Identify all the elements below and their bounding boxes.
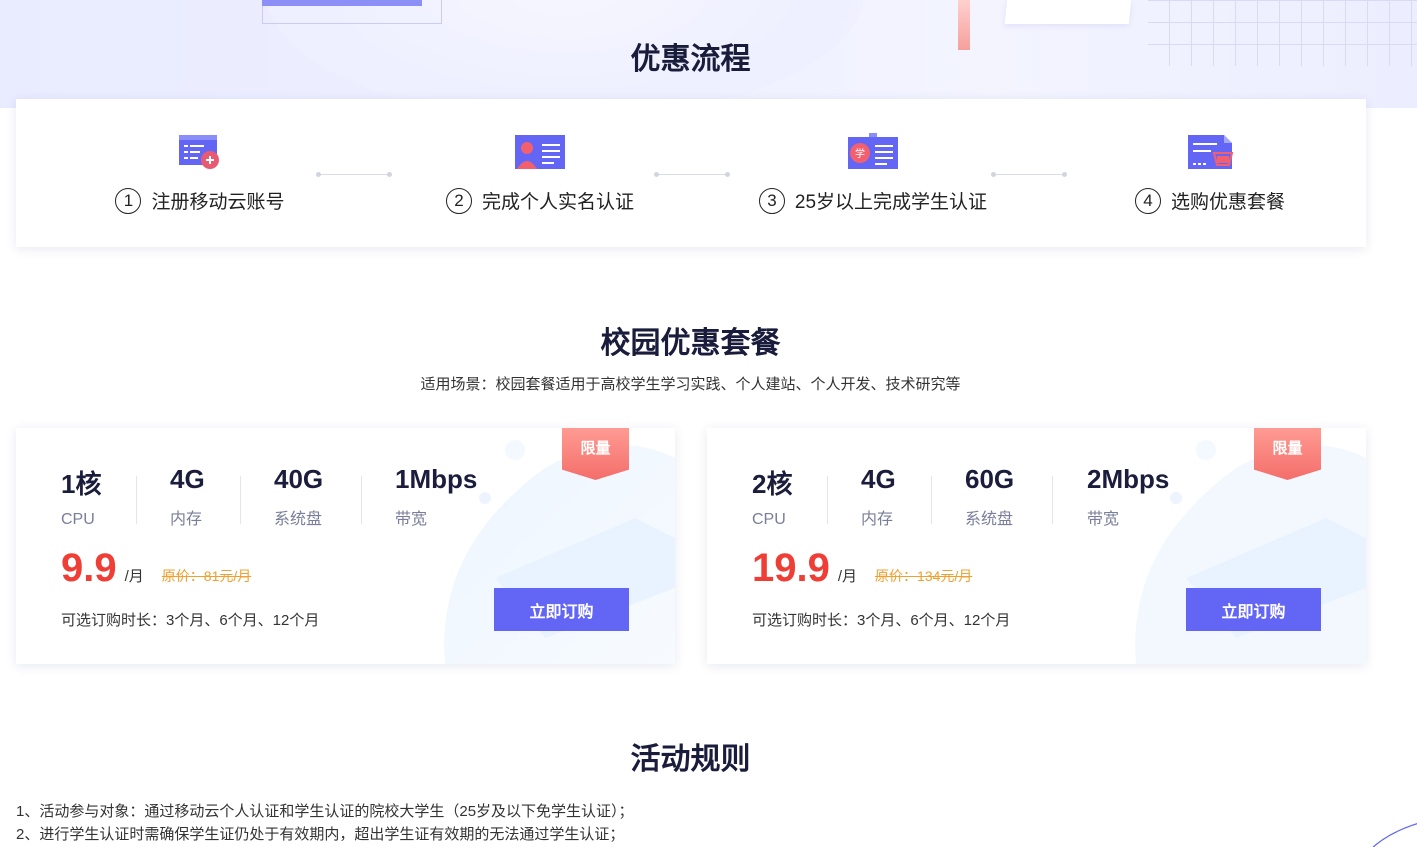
flow-step-2: 2 完成个人实名认证 (410, 129, 670, 219)
spec-value: 4G (861, 464, 896, 494)
price-unit: /月 (124, 568, 144, 585)
step-number-badge: 3 (758, 187, 785, 214)
step-text: 25岁以上完成学生认证 (794, 192, 988, 213)
step-number-badge: 1 (115, 187, 142, 214)
svg-text:学: 学 (855, 147, 865, 160)
hero-decoration-bar (262, 0, 422, 6)
flow-step-4: 4 选购优惠套餐 (1080, 129, 1340, 219)
spec-label: 系统盘 (274, 511, 323, 528)
spec-value: 1核 (61, 469, 102, 499)
corner-decoration (1372, 823, 1417, 847)
flow-connector (991, 172, 1067, 177)
duration-options: 可选订购时长：3个月、6个月、12个月 (752, 612, 1011, 629)
spec-divider (136, 476, 137, 524)
spec-value: 60G (965, 464, 1015, 494)
spec-cpu: 2核 CPU (752, 464, 792, 529)
limited-badge: 限量 (1254, 428, 1321, 480)
packages-subtitle: 适用场景：校园套餐适用于高校学生学习实践、个人建站、个人开发、技术研究等 (420, 376, 961, 393)
register-account-icon (179, 135, 219, 169)
package-card-1: 限量 1核 CPU 4G 内存 40G 系统盘 1Mbps 带宽 9.9/月 原价… (16, 428, 675, 664)
spec-memory: 4G 内存 (861, 464, 896, 529)
price-amount: 19.9 (752, 546, 830, 590)
spec-value: 1Mbps (395, 464, 478, 494)
price-row: 9.9/月 原价：81元/月 (61, 546, 251, 591)
spec-label: CPU (61, 511, 95, 528)
spec-disk: 60G 系统盘 (965, 464, 1014, 529)
flow-title: 优惠流程 (630, 43, 751, 76)
spec-memory: 4G 内存 (170, 464, 205, 529)
rules-title: 活动规则 (630, 743, 751, 776)
id-card-icon (515, 135, 565, 169)
spec-label: 内存 (170, 511, 203, 528)
flow-step-1: 1 注册移动云账号 (70, 129, 330, 219)
spec-label: 带宽 (395, 511, 428, 528)
step-text: 选购优惠套餐 (1170, 192, 1285, 213)
spec-divider (240, 476, 241, 524)
spec-cpu: 1核 CPU (61, 464, 101, 529)
spec-value: 2Mbps (1087, 464, 1170, 494)
spec-value: 4G (170, 464, 205, 494)
rule-item: 2、进行学生认证时需确保学生证仍处于有效期内，超出学生证有效期的无法通过学生认证… (16, 826, 625, 843)
spec-label: 内存 (861, 511, 894, 528)
spec-value: 40G (274, 464, 324, 494)
hero-decoration-paper (1004, 0, 1132, 24)
spec-divider (361, 476, 362, 524)
limited-badge: 限量 (562, 428, 629, 480)
step-number-badge: 4 (1134, 187, 1161, 214)
price-row: 19.9/月 原价：134元/月 (752, 546, 972, 591)
spec-divider (931, 476, 932, 524)
price-amount: 9.9 (61, 546, 117, 590)
flow-step-3: 学 3 25岁以上完成学生认证 (743, 129, 1003, 219)
shopping-cart-icon (1188, 135, 1234, 169)
spec-disk: 40G 系统盘 (274, 464, 323, 529)
flow-step-label: 2 完成个人实名认证 (410, 187, 670, 214)
spec-label: CPU (752, 511, 786, 528)
buy-now-button[interactable]: 立即订购 (494, 588, 629, 631)
rule-item: 1、活动参与对象：通过移动云个人认证和学生认证的院校大学生（25岁及以下免学生认… (16, 803, 634, 820)
step-text: 注册移动云账号 (151, 192, 285, 213)
step-number-badge: 2 (445, 187, 472, 214)
spec-bandwidth: 1Mbps 带宽 (395, 464, 477, 529)
original-price: 原价：81元/月 (161, 568, 252, 584)
spec-bandwidth: 2Mbps 带宽 (1087, 464, 1169, 529)
buy-now-button[interactable]: 立即订购 (1186, 588, 1321, 631)
spec-value: 2核 (752, 469, 793, 499)
original-price: 原价：134元/月 (875, 568, 973, 584)
spec-divider (1052, 476, 1053, 524)
rules-list: 1、活动参与对象：通过移动云个人认证和学生认证的院校大学生（25岁及以下免学生认… (16, 800, 634, 846)
price-unit: /月 (837, 568, 858, 585)
flow-step-label: 4 选购优惠套餐 (1080, 187, 1340, 214)
duration-options: 可选订购时长：3个月、6个月、12个月 (61, 612, 320, 629)
flow-steps-card: 1 注册移动云账号 2 完成个人实名认证 学 3 25岁以上完成学生认证 4 选… (16, 99, 1366, 247)
spec-label: 系统盘 (965, 511, 1014, 528)
flow-step-label: 1 注册移动云账号 (70, 187, 330, 214)
spec-label: 带宽 (1087, 511, 1120, 528)
packages-title: 校园优惠套餐 (600, 327, 781, 360)
student-card-icon: 学 (848, 133, 898, 169)
flow-step-label: 3 25岁以上完成学生认证 (743, 187, 1003, 214)
flow-connector (654, 172, 730, 177)
spec-divider (827, 476, 828, 524)
flow-connector (316, 172, 392, 177)
step-text: 完成个人实名认证 (481, 192, 634, 213)
package-card-2: 限量 2核 CPU 4G 内存 60G 系统盘 2Mbps 带宽 19.9/月 原… (707, 428, 1366, 664)
